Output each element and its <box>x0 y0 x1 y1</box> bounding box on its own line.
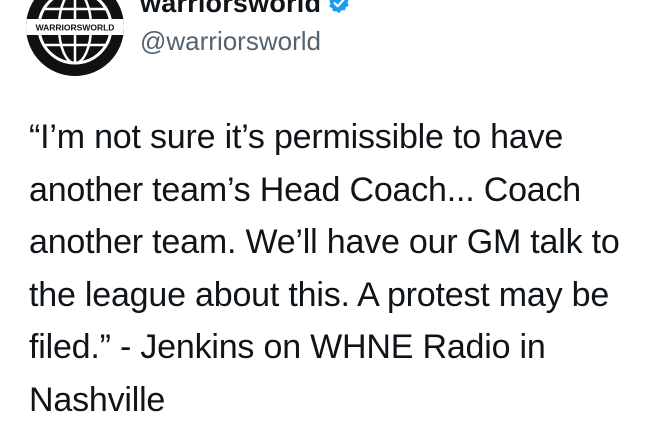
tweet-card: WARRIORSWORLD warriorsworld @warriorswor… <box>0 0 660 446</box>
author-names: warriorsworld @warriorsworld <box>140 0 350 56</box>
user-handle[interactable]: @warriorsworld <box>140 26 350 56</box>
avatar-logo-text: WARRIORSWORLD <box>36 23 115 33</box>
verified-badge-icon <box>328 0 350 14</box>
display-name[interactable]: warriorsworld <box>140 0 321 20</box>
tweet-text: “I’m not sure it’s permissible to have a… <box>29 118 620 419</box>
globe-logo-icon: WARRIORSWORLD <box>26 0 124 76</box>
avatar[interactable]: WARRIORSWORLD <box>26 0 124 76</box>
display-name-row: warriorsworld <box>140 0 350 20</box>
